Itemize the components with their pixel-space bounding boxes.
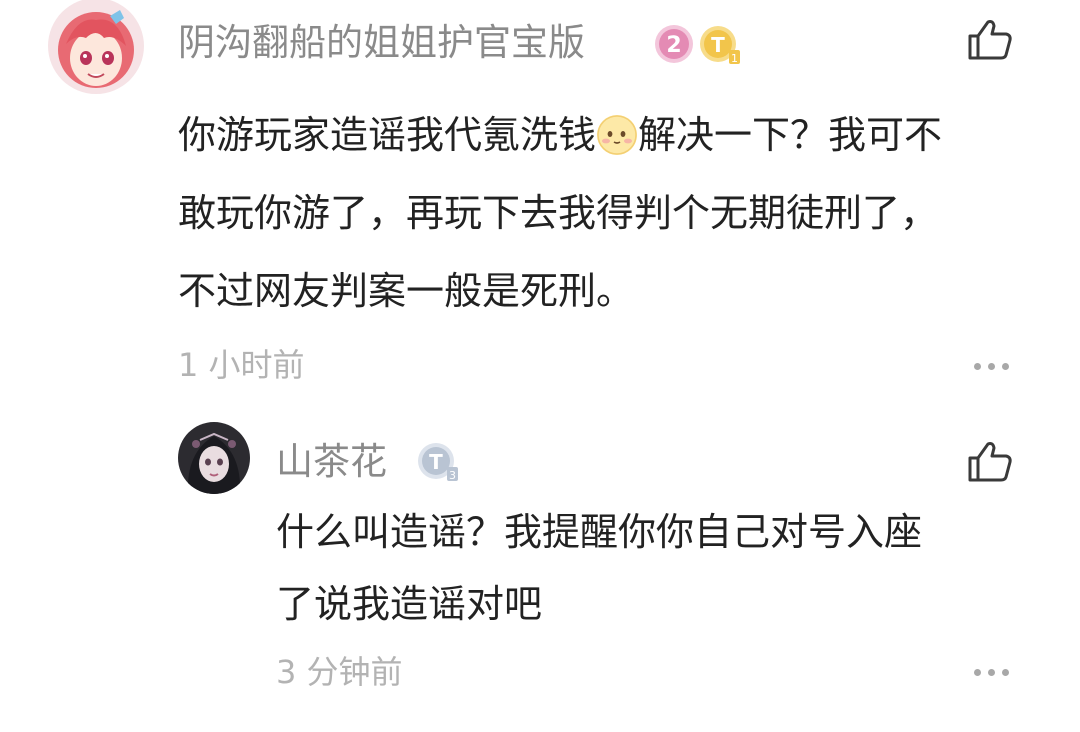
reply-username[interactable]: 山茶花 [276, 440, 387, 484]
comment-text-segment: 你游玩家造谣我代氪洗钱 [178, 113, 597, 157]
reply-thumbs-up-icon[interactable] [966, 440, 1014, 484]
reply-more-dots-icon[interactable] [972, 666, 1012, 678]
level-badge-icon: 2 [654, 24, 694, 64]
avatar-doll-image [178, 422, 250, 494]
comment-text-segment: 解决一下？我可不 [638, 113, 943, 157]
reply-text-line-2: 了说我造谣对吧 [276, 582, 543, 626]
reply-text-line-1: 什么叫造谣？我提醒你你自己对号入座 [276, 510, 923, 554]
reply-title-badge-icon: T 3 [416, 439, 460, 483]
user-avatar[interactable] [48, 0, 144, 94]
level-badge-text: 2 [666, 33, 681, 58]
reply-timestamp: 3 分钟前 [276, 653, 403, 691]
reply-text: 什么叫造谣？我提醒你你自己对号入座 了说我造谣对吧 [276, 496, 1056, 640]
title-badge-icon: T 1 [698, 22, 742, 66]
comment-text-line-1: 你游玩家造谣我代氪洗钱 解决一下？我可不 [178, 96, 1048, 174]
thumbs-up-icon[interactable] [966, 18, 1014, 62]
comment-text: 你游玩家造谣我代氪洗钱 解决一下？我可不 敢玩你游了，再玩下去我得判个无期徒刑了… [178, 96, 1048, 330]
more-dots-icon[interactable] [972, 360, 1012, 372]
reply-title-badge-sub: 3 [449, 469, 456, 482]
title-badge-text: T [711, 33, 725, 57]
comment-text-line-2: 敢玩你游了，再玩下去我得判个无期徒刑了， [178, 191, 939, 235]
comment-timestamp: 1 小时前 [178, 346, 305, 384]
reply-user-avatar[interactable] [178, 422, 250, 494]
avatar-anime-girl-image [48, 0, 144, 94]
reply-title-badge-text: T [429, 450, 443, 474]
title-badge-sub: 1 [731, 52, 738, 65]
comment-text-line-3: 不过网友判案一般是死刑。 [178, 269, 635, 313]
shy-smile-emoji-icon [596, 104, 638, 155]
username[interactable]: 阴沟翻船的姐姐护官宝版 [178, 21, 585, 65]
